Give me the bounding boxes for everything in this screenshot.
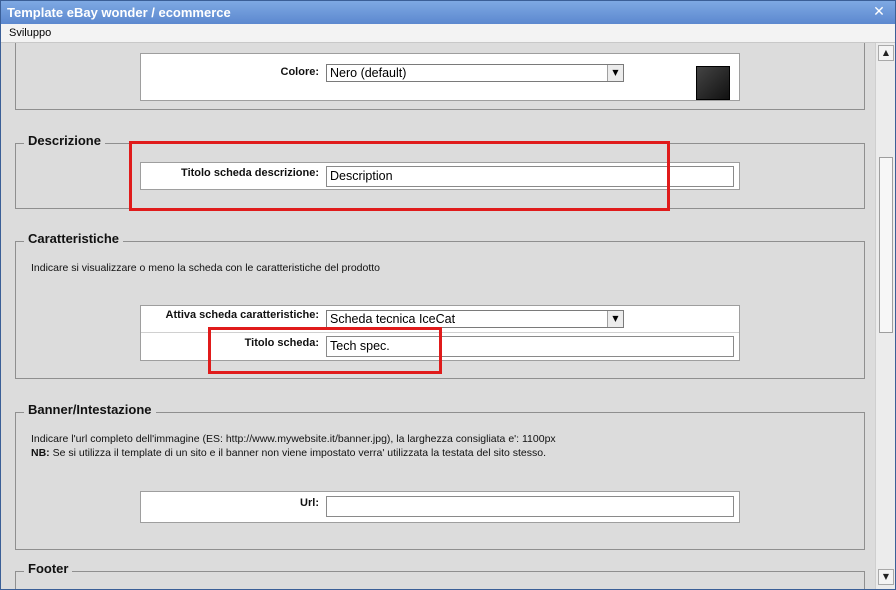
attiva-scheda-select[interactable]: Scheda tecnica IceCat ▼ (326, 310, 624, 328)
nb-label: NB: (31, 447, 50, 459)
highlight-box-titolo-scheda (208, 327, 442, 374)
banner-description-line2: NB: Se si utilizza il template di un sit… (31, 447, 546, 459)
section-title-footer: Footer (24, 561, 73, 576)
app-window: Template eBay wonder / ecommerce ✕ Svilu… (0, 0, 896, 590)
arrow-up-icon[interactable]: ▲ (878, 45, 894, 61)
title-bar: Template eBay wonder / ecommerce ✕ (1, 1, 895, 24)
url-label: Url: (300, 497, 319, 509)
section-title-descrizione: Descrizione (24, 133, 105, 148)
nb-text: Se si utilizza il template di un sito e … (49, 447, 547, 459)
form-content: Colore: Nero (default) ▼ Descrizione Tit… (1, 43, 875, 589)
banner-description-line1: Indicare l'url completo dell'immagine (E… (31, 433, 556, 445)
scrollbar-thumb[interactable] (879, 157, 893, 333)
caratteristiche-description: Indicare si visualizzare o meno la sched… (31, 262, 381, 274)
chevron-down-icon[interactable]: ▼ (607, 311, 623, 327)
section-title-banner: Banner/Intestazione (24, 402, 156, 417)
colore-select-value: Nero (default) (330, 66, 407, 80)
colore-label: Colore: (280, 66, 320, 78)
menu-bar: Sviluppo (1, 24, 895, 43)
banner-table: Url: (140, 491, 740, 523)
section-colore: Colore: Nero (default) ▼ (15, 43, 865, 110)
attiva-scheda-select-value: Scheda tecnica IceCat (330, 312, 456, 326)
arrow-down-icon[interactable]: ▼ (878, 569, 894, 585)
attiva-scheda-label: Attiva scheda caratteristiche: (165, 309, 319, 321)
section-banner: Banner/Intestazione Indicare l'url compl… (15, 402, 865, 550)
colore-table: Colore: Nero (default) ▼ (140, 53, 740, 101)
menu-item-sviluppo[interactable]: Sviluppo (9, 27, 51, 39)
window-title: Template eBay wonder / ecommerce (7, 5, 231, 20)
colore-select[interactable]: Nero (default) ▼ (326, 64, 624, 82)
url-input[interactable] (326, 496, 734, 517)
section-footer: Footer (15, 561, 865, 589)
colore-row: Colore: Nero (default) ▼ (141, 54, 739, 100)
color-swatch (696, 66, 730, 100)
chevron-down-icon[interactable]: ▼ (607, 65, 623, 81)
vertical-scrollbar[interactable]: ▲ ▼ (875, 43, 895, 589)
url-row: Url: (141, 492, 739, 522)
highlight-box-descrizione (129, 141, 670, 211)
section-title-caratteristiche: Caratteristiche (24, 231, 124, 246)
close-icon[interactable]: ✕ (871, 4, 887, 20)
